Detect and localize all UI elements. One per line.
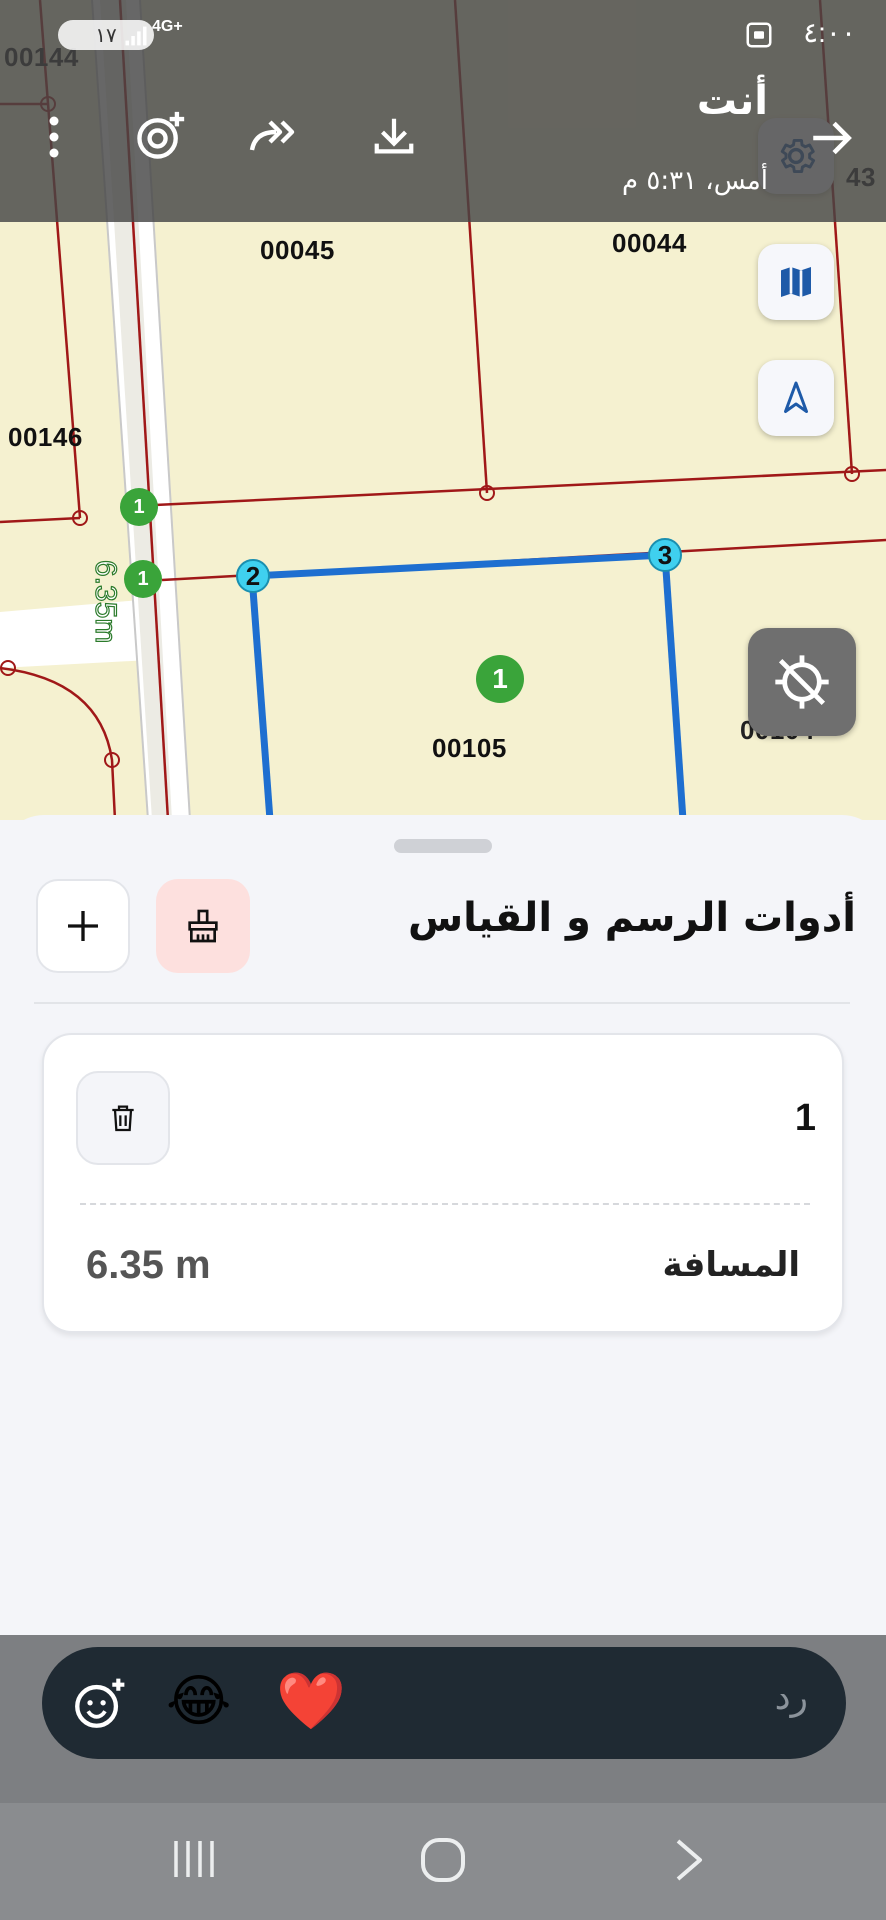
navigation-arrow-icon	[784, 381, 808, 413]
forward-icon	[249, 120, 295, 151]
screen-record-icon	[744, 20, 774, 55]
drag-handle[interactable]	[394, 839, 492, 853]
back-button[interactable]	[802, 108, 862, 168]
forward-button[interactable]	[246, 108, 306, 164]
measurement-polygon	[248, 551, 687, 820]
signal-icon	[122, 22, 150, 55]
distance-label: المسافة	[662, 1245, 800, 1285]
location-disabled-button[interactable]	[748, 628, 856, 736]
lot-label: 00146	[8, 422, 83, 452]
chevron-right-icon	[676, 1839, 702, 1881]
brush-icon	[188, 909, 218, 943]
story-sender: أنت	[696, 78, 768, 124]
download-button[interactable]	[366, 108, 422, 164]
lot-label: 00045	[260, 235, 335, 265]
home-button[interactable]	[418, 1835, 468, 1889]
add-emoji-button[interactable]	[70, 1675, 128, 1737]
delete-measurement-button[interactable]	[76, 1071, 170, 1165]
recent-apps-button[interactable]	[170, 1837, 220, 1885]
reaction-laugh[interactable]: 😂	[166, 1669, 231, 1735]
sheet-title: أدوات الرسم و القياس	[407, 895, 856, 941]
measurement-id: 1	[794, 1097, 816, 1139]
more-options-button[interactable]	[34, 110, 74, 164]
location-off-icon	[775, 655, 829, 709]
lot-label: 00044	[612, 228, 687, 258]
plus-icon	[68, 911, 98, 941]
lot-label: 00105	[432, 733, 507, 763]
vertex-point-2[interactable]: 2	[236, 559, 270, 593]
reply-input[interactable]: 😂 ❤️ رد	[42, 1647, 846, 1759]
emoji-add-icon	[75, 1678, 125, 1728]
arrow-right-icon	[813, 121, 852, 155]
segment-length-label: 6.35m	[88, 559, 122, 644]
distance-value: 6.35 m	[86, 1243, 211, 1287]
clear-all-button[interactable]	[156, 879, 250, 973]
camera-add-icon	[137, 111, 185, 159]
measurement-card[interactable]: 1 المسافة 6.35 m	[42, 1033, 844, 1333]
recents-icon	[174, 1841, 214, 1877]
reply-area: 😂 ❤️ رد	[0, 1635, 886, 1803]
battery-level: ١٧	[95, 24, 117, 47]
drawing-tools-sheet: أدوات الرسم و القياس 1 المسافة 6.35 m	[0, 815, 886, 1635]
more-vertical-icon	[49, 116, 59, 158]
measurement-marker[interactable]: 1	[476, 655, 524, 703]
trash-icon	[112, 1105, 134, 1132]
reaction-heart[interactable]: ❤️	[276, 1669, 346, 1735]
add-measurement-button[interactable]	[36, 879, 130, 973]
map-icon	[781, 267, 811, 297]
system-navigation-bar	[0, 1803, 886, 1920]
divider	[34, 1002, 850, 1004]
map-layers-button[interactable]	[758, 244, 834, 320]
add-reaction-button[interactable]	[128, 104, 192, 168]
small-marker[interactable]: 1	[124, 560, 162, 598]
small-marker[interactable]: 1	[120, 488, 158, 526]
story-header: ١٧ 4G+ ٤:٠٠ أنت أمس، ٥:٣١ م	[0, 0, 886, 222]
vertex-point-3[interactable]: 3	[648, 538, 682, 572]
nav-back-button[interactable]	[670, 1835, 710, 1889]
download-icon	[374, 118, 414, 154]
compass-button[interactable]	[758, 360, 834, 436]
dashed-divider	[80, 1203, 810, 1205]
reply-placeholder: رد	[774, 1677, 808, 1718]
status-time: ٤:٠٠	[803, 17, 856, 48]
road-branch	[0, 600, 150, 668]
home-icon	[421, 1838, 465, 1882]
network-type: 4G+	[152, 18, 183, 35]
story-timestamp: أمس، ٥:٣١ م	[622, 166, 768, 196]
